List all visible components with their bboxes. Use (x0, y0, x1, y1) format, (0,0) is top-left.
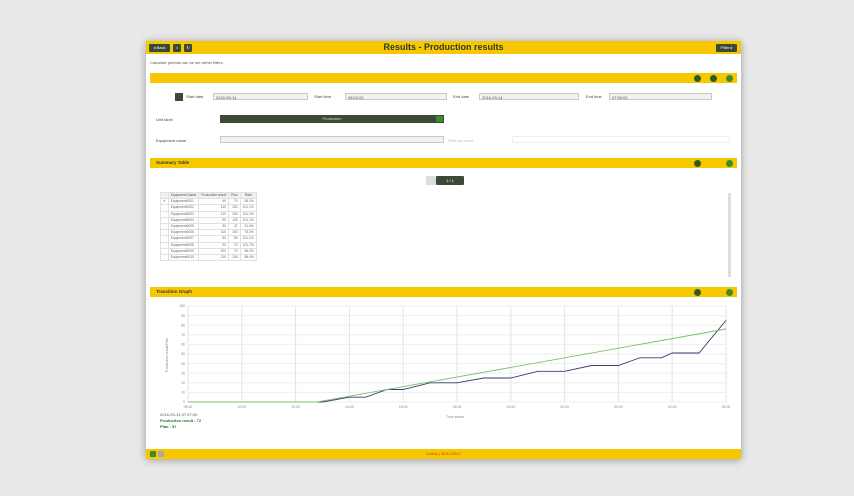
start-time-field[interactable]: 08:02:00 (345, 93, 447, 100)
y-tick-label: 90 (181, 314, 185, 318)
x-tick-label: 16:00 (399, 405, 408, 409)
table-cell: 100 (228, 253, 241, 262)
table-cell: 98.4% (239, 253, 257, 262)
page-title: Results - Production results (383, 42, 504, 52)
y-tick-label: 40 (181, 362, 185, 366)
extra-filter-field[interactable] (512, 136, 730, 143)
summary-section-bar: Summary Table (150, 158, 737, 168)
equipment-label: Equipment name (156, 138, 187, 143)
y-tick-label: 50 (181, 352, 185, 356)
y-tick-label: 0 (183, 400, 185, 404)
x-axis-label: Time series (446, 415, 464, 419)
chevron-down-icon[interactable] (436, 116, 443, 122)
column-header[interactable]: Production result (198, 191, 229, 200)
legend-result: Production result : 72 (160, 418, 202, 423)
x-tick-label: 14:00 (345, 405, 354, 409)
filter-section-bar (150, 73, 737, 83)
filter-button[interactable]: Filter ▸ (716, 43, 737, 52)
end-date-field[interactable]: 2016-09-14 (479, 93, 579, 100)
x-tick-label: 10:00 (237, 405, 246, 409)
end-time-field[interactable]: 07:55:00 (609, 93, 712, 100)
y-tick-label: 100 (179, 304, 185, 308)
y-tick-label: 20 (181, 381, 185, 385)
y-tick-label: 80 (181, 323, 185, 327)
collapse-icon[interactable] (726, 159, 733, 167)
start-time-label: Start time (314, 94, 332, 99)
end-date-label: End date (453, 94, 470, 99)
x-tick-label: 18:00 (453, 405, 462, 409)
column-header[interactable]: Equipment Name (167, 191, 200, 200)
footer-status: Online | 30/11/2017 (426, 451, 461, 456)
download-icon[interactable] (694, 288, 701, 296)
prev-page-button[interactable] (426, 176, 436, 185)
x-tick-label: 04:00 (722, 405, 731, 409)
y-axis-label: Production result/Plan (165, 338, 169, 372)
unit-label: Unit label (156, 117, 173, 122)
table-cell: 110 (198, 253, 229, 262)
calendar-icon[interactable] (175, 93, 183, 101)
start-date-field[interactable]: 2016-09-14 (213, 93, 308, 100)
collapse-icon[interactable] (726, 288, 733, 296)
x-tick-label: 20:00 (506, 405, 515, 409)
graph-section-bar: Transition Graph (150, 287, 737, 297)
print-icon[interactable] (710, 74, 717, 82)
legend-plan: Plan : 57 (160, 424, 177, 429)
summary-title: Summary Table (156, 160, 190, 165)
extra-filter-placeholder: Filter by name (448, 138, 474, 143)
start-date-label: Start date (186, 94, 204, 99)
y-tick-label: 60 (181, 343, 185, 347)
y-tick-label: 30 (181, 371, 185, 375)
title-bar: ◂ Back ⌂ ↻ Results - Production results … (146, 41, 741, 54)
end-time-label: End time (586, 94, 602, 99)
footer-bar: Online | 30/11/2017 (146, 449, 741, 459)
x-tick-label: 08:00 (184, 405, 193, 409)
graph-title: Transition Graph (156, 289, 193, 294)
equipment-field[interactable] (220, 136, 444, 143)
row-checkbox[interactable] (160, 253, 169, 262)
download-icon[interactable] (694, 159, 701, 167)
unit-select[interactable]: Production (220, 115, 444, 123)
y-tick-label: 70 (181, 333, 185, 337)
app-window: ◂ Back ⌂ ↻ Results - Production results … (146, 41, 741, 459)
table-scrollbar[interactable] (728, 193, 731, 277)
chart-grid: 08:00 10:00 12:00 14:00 16:00 18:00 20:00 22:00… (179, 304, 730, 409)
legend-time: 2016-09-14 07:07:00 (160, 412, 198, 417)
download-icon[interactable] (694, 74, 701, 82)
x-tick-label: 12:00 (291, 405, 300, 409)
transition-chart: 08:00 10:00 12:00 14:00 16:00 18:00 20:00 22:00… (165, 304, 730, 419)
y-tick-label: 10 (181, 391, 185, 395)
x-tick-label: 22:00 (560, 405, 569, 409)
page-subtitle: Calculate periods can be set within filt… (150, 60, 224, 65)
x-tick-label: 02:00 (668, 405, 677, 409)
table-row[interactable]: Equipment0010 110 100 98.4% (160, 253, 257, 262)
collapse-icon[interactable] (726, 74, 733, 82)
page-indicator[interactable]: 1 / 1 (436, 176, 464, 185)
table-cell: Equipment0010 (167, 253, 200, 262)
x-tick-label: 00:00 (614, 405, 623, 409)
summary-table: Equipment Name Production result Plan Ra… (160, 191, 257, 262)
